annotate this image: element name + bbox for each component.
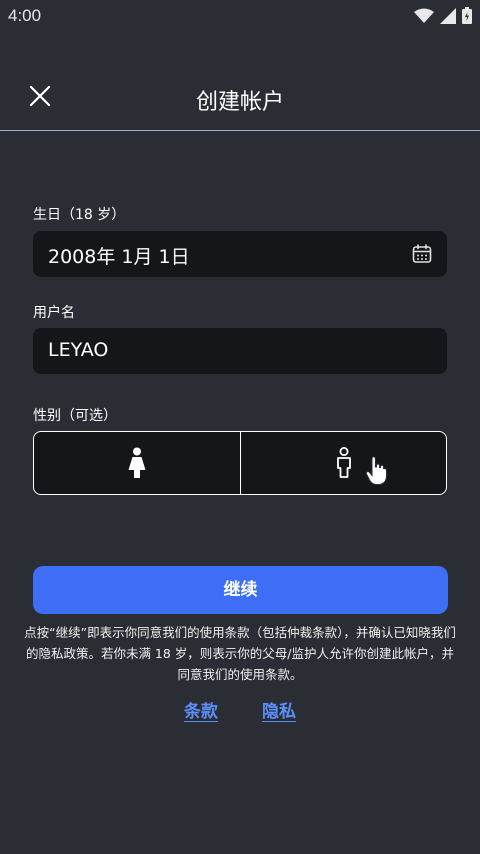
birthday-value: 2008年 1月 1日	[48, 246, 190, 268]
status-bar: 4:00	[0, 0, 480, 34]
status-icons	[414, 7, 472, 24]
male-icon	[336, 447, 351, 478]
app-header: 创建帐户	[0, 60, 480, 131]
gender-selector	[33, 431, 447, 495]
signal-icon	[440, 7, 456, 24]
username-field[interactable]: LEYAO	[33, 328, 447, 374]
calendar-icon[interactable]	[411, 243, 433, 265]
wifi-icon	[414, 8, 434, 23]
username-value: LEYAO	[48, 339, 109, 361]
privacy-link[interactable]: 隐私	[262, 697, 296, 722]
birthday-field[interactable]: 2008年 1月 1日	[33, 231, 447, 277]
female-icon	[128, 447, 146, 478]
battery-icon	[462, 7, 472, 24]
hand-pointer-icon	[365, 456, 387, 485]
status-time: 4:00	[8, 6, 42, 25]
continue-button[interactable]: 继续	[33, 566, 448, 614]
birthday-label: 生日（18 岁）	[33, 207, 126, 223]
terms-link[interactable]: 条款	[184, 697, 218, 722]
terms-notice: 点按“继续”即表示你同意我们的使用条款（包括仲裁条款），并确认已知晓我们的隐私政…	[24, 625, 456, 682]
page-title: 创建帐户	[195, 90, 284, 115]
gender-option-female[interactable]	[34, 432, 240, 494]
gender-label: 性别（可选）	[33, 408, 117, 424]
username-label: 用户名	[33, 305, 75, 321]
gender-option-male[interactable]	[239, 432, 447, 494]
